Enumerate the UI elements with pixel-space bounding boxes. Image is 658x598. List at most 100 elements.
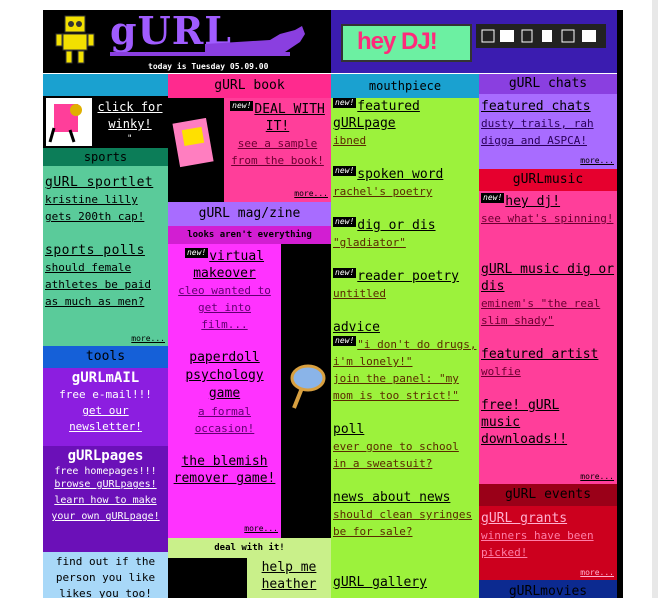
gurlmail-box: gURLmAIL free e-mail!!! get our newslett…	[43, 368, 168, 446]
magzine-section: gURL mag/zine looks aren't everything ne…	[168, 202, 331, 538]
heydj-link[interactable]: hey dj!	[505, 194, 560, 209]
paperdoll-text[interactable]: a formal occasion!	[168, 403, 281, 437]
featured-artist-link[interactable]: featured artist	[481, 346, 617, 363]
date-text: today is Tuesday 05.09.00	[148, 62, 269, 71]
music-digdis-text[interactable]: eminem's "the real slim shady"	[481, 295, 615, 329]
dealwithit-section: deal with it! help me heather	[168, 538, 331, 598]
featured-chats-link[interactable]: featured chats	[481, 98, 615, 115]
deal-link[interactable]: DEAL WITH IT!	[254, 102, 324, 134]
sportlet-text[interactable]: kristine lilly gets 200th cap!	[45, 191, 165, 225]
magzine-content: new! virtual makeover cleo wanted to get …	[168, 244, 281, 538]
sports-section: sports gURL sportlet kristine lilly gets…	[43, 148, 168, 346]
tools-header: tools	[43, 346, 168, 368]
book-more-link[interactable]: more...	[294, 189, 328, 198]
music-header: gURLmusic	[479, 169, 617, 191]
sample-link[interactable]: see a sample from the book!	[224, 135, 331, 169]
music-digdis-link[interactable]: gURL music dig or dis	[481, 261, 615, 295]
robot-icon	[55, 15, 95, 64]
sports-polls-link[interactable]: sports polls	[45, 243, 167, 258]
new-badge: new!	[333, 217, 357, 227]
sports-header: sports	[43, 148, 168, 166]
movies-header: gURLmovies	[479, 580, 617, 598]
col1-top-bar	[43, 74, 168, 96]
spoken-word-text[interactable]: rachel's poetry	[333, 183, 477, 200]
film-icon[interactable]	[521, 29, 533, 43]
news-link[interactable]: news about news	[333, 489, 477, 506]
heydj-banner-text: hey DJ!	[357, 28, 438, 55]
gurlpages-text: free homepages!!!	[54, 466, 157, 477]
makeover-text[interactable]: cleo wanted to get into film...	[168, 282, 281, 333]
poll-link[interactable]: poll	[333, 421, 477, 438]
advice-link[interactable]: advice	[333, 319, 477, 336]
gurl-logo[interactable]: gURL	[110, 8, 320, 60]
music-section: gURLmusic new! hey dj! see what's spinnin…	[479, 169, 617, 484]
browse-link[interactable]: browse gURLpages!	[43, 477, 168, 493]
spoken-word-link[interactable]: spoken word	[357, 167, 443, 182]
dig-or-dis-link[interactable]: dig or dis	[357, 218, 435, 233]
disk-icon[interactable]	[561, 29, 575, 43]
reader-poetry-text[interactable]: untitled	[333, 285, 479, 302]
new-badge: new!	[184, 248, 209, 258]
gurlpages-title[interactable]: gURLpages	[43, 448, 168, 464]
heydj-banner[interactable]: hey DJ!	[341, 24, 472, 62]
newsletter-link[interactable]: get our newsletter!	[43, 401, 168, 435]
advice-text-2[interactable]: join the panel: "my mom is too strict!"	[333, 370, 477, 404]
gallery-link[interactable]: gURL gallery	[333, 574, 477, 591]
chats-section: gURL chats featured chats dusty trails, …	[479, 74, 617, 169]
featured-chats-text[interactable]: dusty trails, rah digga and ASPCA!	[481, 115, 615, 149]
news-text[interactable]: should clean syringes be for sale?	[333, 506, 477, 540]
new-badge: new!	[481, 193, 505, 203]
featured-artist-text[interactable]: wolfie	[481, 363, 617, 380]
mouthpiece-header: mouthpiece	[331, 74, 479, 98]
mouthpiece-section: mouthpiece new! featured gURLpage ibned n…	[331, 74, 479, 598]
book-cover-image[interactable]	[172, 118, 220, 168]
robot-logo	[55, 14, 95, 64]
dealwithit-header: deal with it!	[168, 538, 331, 558]
downloads-link[interactable]: free! gURL music downloads!!	[481, 397, 601, 448]
crush-box: find out if the person you like likes yo…	[43, 552, 168, 598]
new-badge: new!	[333, 336, 357, 346]
new-badge: new!	[333, 268, 357, 278]
grants-link[interactable]: gURL grants	[481, 510, 615, 527]
heydj-text[interactable]: see what's spinning!	[481, 210, 615, 227]
heather-link[interactable]: help me heather	[247, 558, 331, 593]
book-section: gURL book new! DEAL WITH IT! see a sample…	[168, 74, 331, 202]
right-edge	[617, 10, 623, 598]
picture-icon[interactable]	[582, 30, 596, 42]
heather-box: help me heather	[247, 558, 331, 598]
gurlmail-title[interactable]: gURLmAIL	[43, 370, 168, 386]
events-more-link[interactable]: more...	[580, 568, 614, 577]
blemish-link[interactable]: the blemish remover game!	[168, 453, 281, 487]
music-more-link[interactable]: more...	[580, 472, 614, 481]
grants-text[interactable]: winners have been picked!	[481, 527, 615, 561]
sports-polls-text[interactable]: should female athletes be paid as much a…	[45, 259, 165, 310]
poll-text[interactable]: ever gone to school in a sweatsuit?	[333, 438, 477, 472]
winky-image[interactable]	[46, 98, 92, 146]
dig-or-dis-text[interactable]: "gladiator"	[333, 234, 477, 251]
window-icon[interactable]	[481, 29, 495, 43]
arm-icon	[110, 26, 305, 56]
winky-link[interactable]: click for winky!	[95, 99, 165, 133]
magzine-subheader: looks aren't everything	[168, 226, 331, 244]
learn-link[interactable]: learn how to make your own gURLpage!	[43, 493, 168, 525]
featured-gurlpage-text[interactable]: ibned	[333, 132, 477, 149]
movies-section: gURLmovies	[479, 580, 617, 598]
sports-more-link[interactable]: more...	[131, 334, 165, 343]
paperdoll-link[interactable]: paperdoll psychology game	[168, 349, 281, 403]
gurlpages-box: gURLpages free homepages!!! browse gURLp…	[43, 446, 168, 552]
magzine-more-link[interactable]: more...	[244, 524, 278, 533]
events-header: gURL events	[479, 484, 617, 506]
crush-text[interactable]: find out if the person you like likes yo…	[43, 552, 168, 598]
book-content: new! DEAL WITH IT! see a sample from the …	[224, 98, 331, 202]
scrollbar[interactable]	[652, 0, 658, 598]
grid-icon[interactable]	[542, 30, 552, 42]
winky-mark: "	[127, 134, 133, 144]
mirror-icon[interactable]	[288, 364, 326, 412]
reader-poetry-link[interactable]: reader poetry	[357, 269, 459, 284]
sportlet-link[interactable]: gURL sportlet	[45, 175, 167, 190]
new-badge: new!	[333, 98, 357, 108]
new-badge: new!	[230, 101, 254, 111]
book-icon[interactable]	[500, 30, 514, 42]
chats-more-link[interactable]: more...	[580, 156, 614, 165]
events-section: gURL events gURL grants winners have bee…	[479, 484, 617, 580]
